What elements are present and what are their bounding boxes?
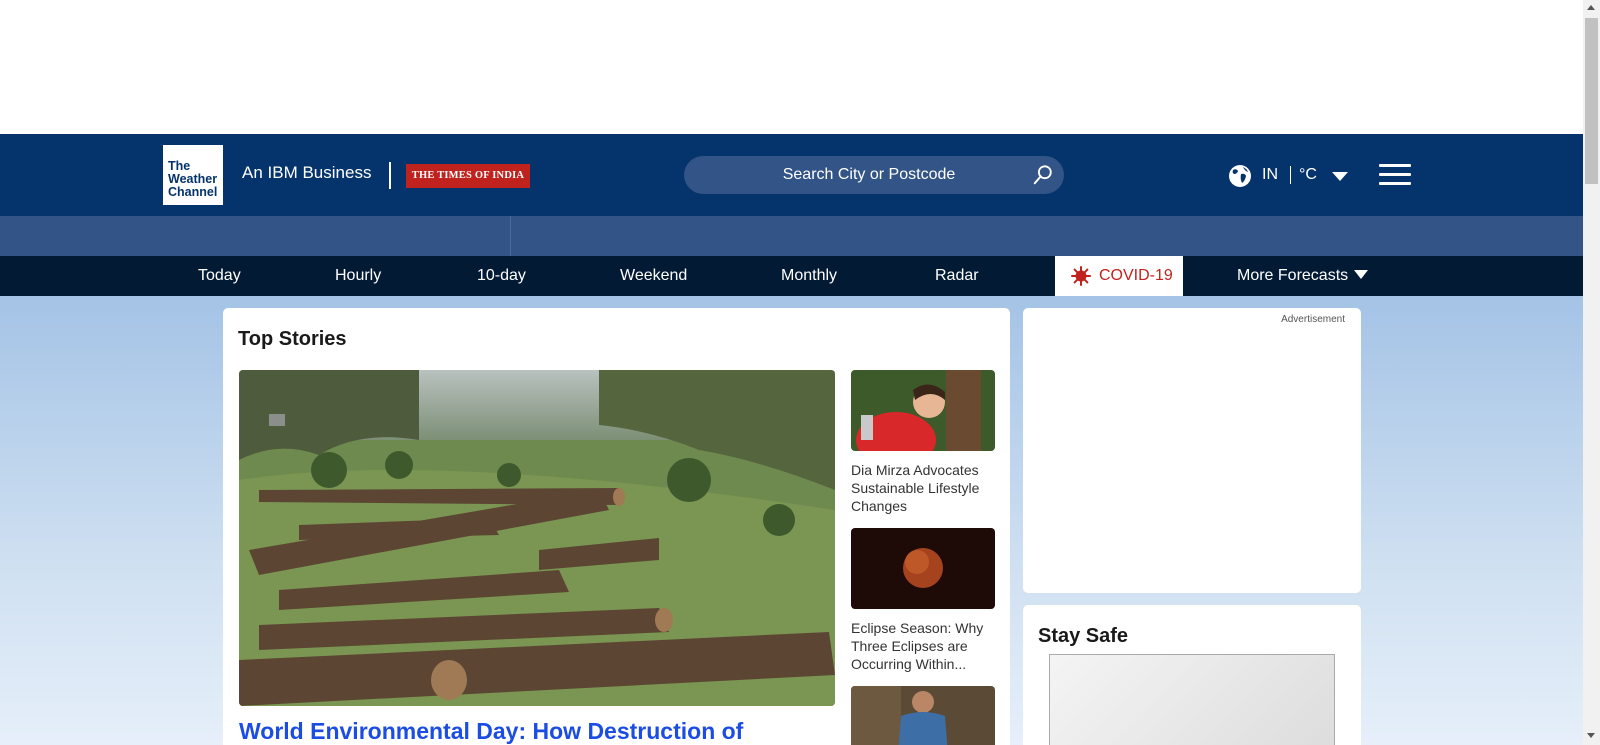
weather-channel-logo[interactable]: The Weather Channel (163, 145, 223, 205)
search-input[interactable]: Search City or Postcode (684, 156, 1024, 194)
site-header: The Weather Channel An IBM Business THE … (0, 134, 1583, 216)
virus-icon (1071, 266, 1091, 286)
side-story-1-image[interactable] (851, 370, 995, 451)
forecast-nav: Today Hourly 10-day Weekend Monthly Rada… (0, 256, 1583, 296)
region-divider (1290, 166, 1291, 184)
stay-safe-card: Stay Safe (1023, 605, 1361, 745)
top-ad-slot (0, 0, 1583, 134)
nav-radar[interactable]: Radar (935, 256, 979, 296)
covid-label: COVID-19 (1099, 267, 1173, 284)
globe-icon[interactable] (1228, 164, 1252, 188)
side-story-1-title[interactable]: Dia Mirza Advocates Sustainable Lifestyl… (851, 461, 995, 515)
sub-header-bar (0, 216, 1583, 256)
region-code[interactable]: IN (1262, 166, 1278, 184)
unit-toggle[interactable]: °C (1299, 166, 1317, 184)
logo-line-3: Channel (168, 185, 218, 199)
side-story-2-image[interactable] (851, 528, 995, 609)
nav-hourly[interactable]: Hourly (335, 256, 381, 296)
side-story-3-image[interactable] (851, 686, 995, 745)
advertisement-card: Advertisement (1023, 308, 1361, 593)
side-story-2[interactable]: Eclipse Season: Why Three Eclipses are O… (851, 528, 995, 673)
stay-safe-media[interactable] (1049, 654, 1335, 745)
scroll-thumb[interactable] (1585, 18, 1598, 184)
nav-covid-19[interactable]: COVID-19 (1055, 256, 1183, 296)
hamburger-menu-icon[interactable] (1379, 164, 1411, 186)
page-scrollbar[interactable] (1583, 0, 1600, 745)
side-story-2-title[interactable]: Eclipse Season: Why Three Eclipses are O… (851, 619, 995, 673)
nav-10-day[interactable]: 10-day (477, 256, 526, 296)
times-of-india-logo[interactable]: THE TIMES OF INDIA (406, 164, 530, 188)
search-icon[interactable] (1032, 164, 1054, 186)
header-divider (389, 162, 391, 189)
scroll-up-icon[interactable] (1587, 5, 1595, 10)
scroll-down-icon[interactable] (1587, 733, 1595, 738)
advertisement-label: Advertisement (1281, 314, 1345, 325)
stay-safe-heading: Stay Safe (1038, 625, 1129, 647)
chevron-down-icon (1354, 270, 1369, 279)
ibm-tagline: An IBM Business (242, 163, 372, 182)
nav-monthly[interactable]: Monthly (781, 256, 837, 296)
nav-more-forecasts[interactable]: More Forecasts (1237, 256, 1369, 296)
more-forecasts-label: More Forecasts (1237, 267, 1349, 284)
main-story-headline[interactable]: World Environmental Day: How Destruction… (239, 718, 743, 745)
top-stories-heading: Top Stories (238, 328, 347, 350)
side-story-3[interactable] (851, 686, 995, 745)
nav-weekend[interactable]: Weekend (620, 256, 687, 296)
nav-today[interactable]: Today (198, 256, 241, 296)
side-story-1[interactable]: Dia Mirza Advocates Sustainable Lifestyl… (851, 370, 995, 515)
search-bar[interactable]: Search City or Postcode (684, 156, 1064, 194)
main-story-image[interactable] (239, 370, 835, 706)
top-stories-card: Top Stories World Environmental Day: How… (223, 308, 1010, 745)
sub-header-divider (510, 216, 511, 256)
chevron-down-icon[interactable] (1332, 172, 1348, 181)
